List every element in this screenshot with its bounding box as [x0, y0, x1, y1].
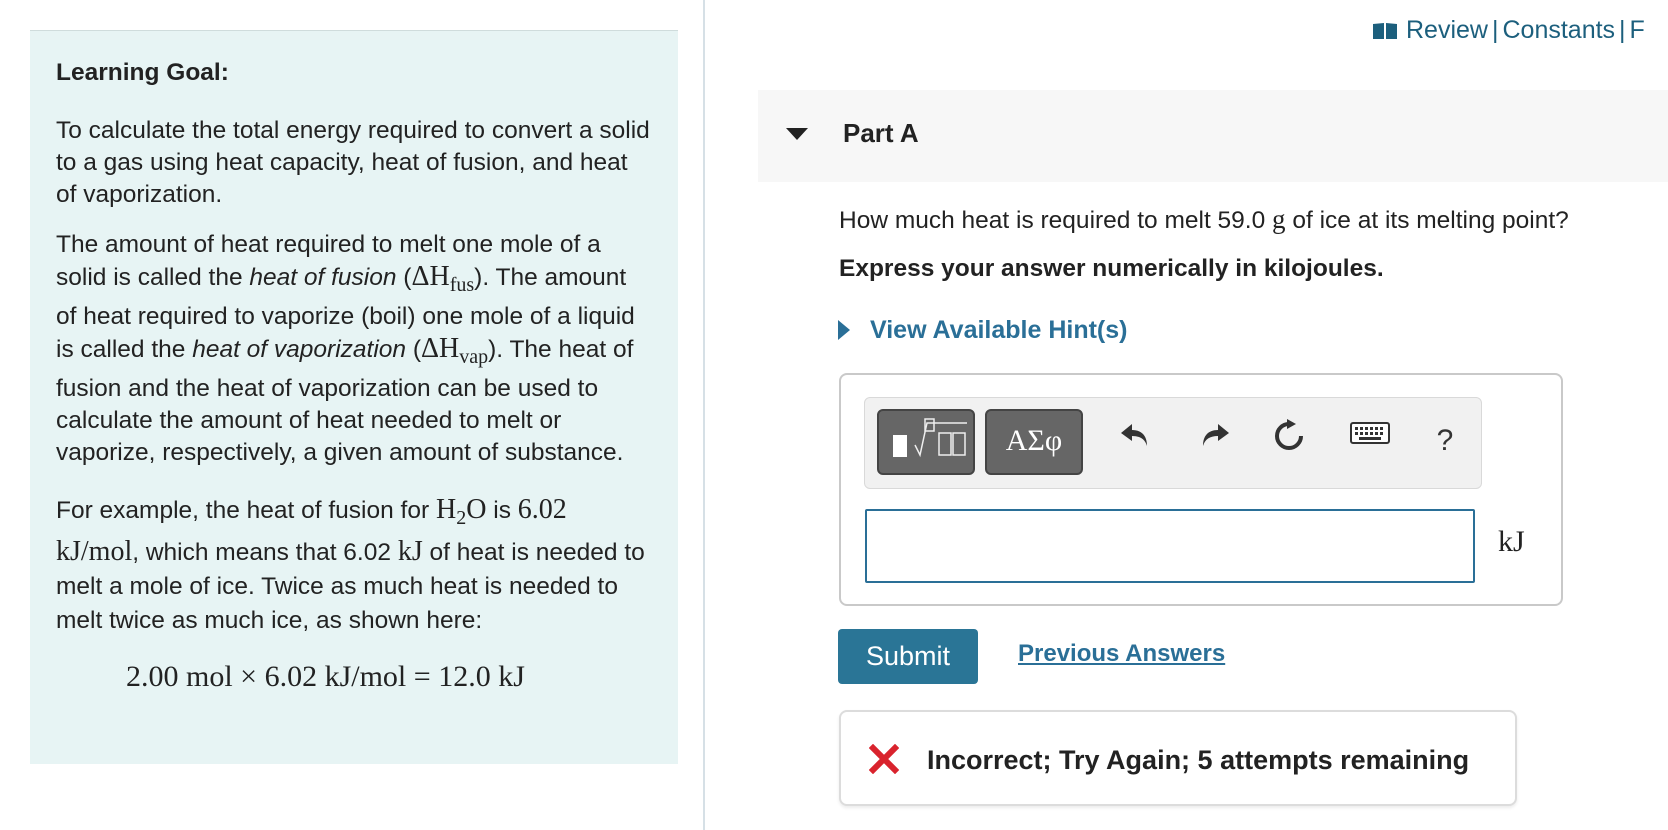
redo-icon[interactable]: [1193, 418, 1237, 464]
reset-icon[interactable]: [1267, 418, 1311, 464]
book-icon: [1373, 23, 1397, 39]
submit-button[interactable]: Submit: [838, 629, 978, 684]
heat-of-vaporization-term: heat of vaporization: [192, 336, 407, 363]
math-toolbar: ΑΣφ ?: [864, 397, 1482, 489]
part-title: Part A: [843, 118, 919, 148]
collapse-caret-icon[interactable]: [786, 128, 808, 140]
answer-input[interactable]: [865, 509, 1475, 583]
delta-h-symbol: ΔHfus: [411, 261, 475, 296]
link-separator: |: [1619, 16, 1626, 44]
answer-box: ΑΣφ ? kJ: [839, 373, 1563, 606]
error-x-icon: [869, 744, 899, 774]
answer-instruction: Express your answer numerically in kiloj…: [839, 255, 1384, 282]
previous-answers-link[interactable]: Previous Answers: [1018, 640, 1225, 668]
constants-link[interactable]: Constants: [1502, 16, 1615, 44]
heat-definitions-text: The amount of heat required to melt one …: [56, 231, 635, 466]
templates-icon: [893, 418, 967, 458]
delta-h-vap-symbol: ΔHvap: [421, 333, 489, 368]
panel-divider: [703, 0, 705, 830]
periodic-table-link[interactable]: F: [1630, 16, 1645, 44]
view-hints-toggle[interactable]: View Available Hint(s): [838, 316, 1127, 345]
feedback-box: Incorrect; Try Again; 5 attempts remaini…: [839, 710, 1517, 806]
example-equation: 2.00 mol × 6.02 kJ/mol = 12.0 kJ: [126, 660, 525, 693]
link-separator: |: [1491, 16, 1499, 44]
heat-of-fusion-term: heat of fusion: [249, 264, 397, 291]
learning-goal-text: To calculate the total energy required t…: [56, 117, 650, 208]
keyboard-icon[interactable]: [1345, 418, 1395, 464]
part-a-header[interactable]: Part A: [758, 90, 1668, 182]
learning-goal-title: Learning Goal:: [56, 59, 229, 86]
water-formula: H2O: [435, 494, 487, 529]
expand-triangle-icon: [838, 320, 850, 340]
learning-goal-panel: Learning Goal: To calculate the total en…: [30, 30, 678, 764]
templates-button[interactable]: [877, 409, 975, 475]
top-links: Review | Constants | F: [1372, 16, 1645, 45]
answer-unit: kJ: [1498, 525, 1525, 558]
review-link[interactable]: Review: [1406, 16, 1488, 44]
help-button[interactable]: ?: [1423, 418, 1467, 464]
hint-label: View Available Hint(s): [870, 316, 1128, 344]
feedback-status-text: Incorrect; Try Again; 5 attempts remaini…: [927, 745, 1470, 775]
example-text: For example, the heat of fusion for H2O …: [56, 494, 645, 634]
undo-icon[interactable]: [1113, 418, 1157, 464]
question-text: How much heat is required to melt 59.0 g…: [839, 204, 1569, 234]
greek-symbols-button[interactable]: ΑΣφ: [985, 409, 1083, 475]
